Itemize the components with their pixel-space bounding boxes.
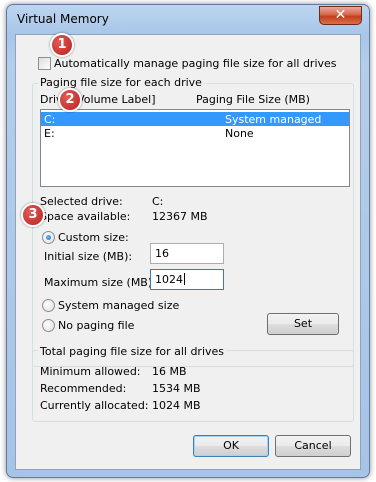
custom-size-radio[interactable] <box>42 231 55 244</box>
recommended-value: 1534 MB <box>152 382 201 395</box>
initial-size-label: Initial size (MB): <box>44 250 133 263</box>
virtual-memory-window: Virtual Memory ✕ Automatically manage pa… <box>6 4 370 478</box>
system-managed-radio[interactable] <box>42 299 55 312</box>
drives-group-title: Paging file size for each drive <box>38 76 204 89</box>
ok-button[interactable]: OK <box>193 435 269 457</box>
set-button[interactable]: Set <box>267 313 339 335</box>
cancel-button[interactable]: Cancel <box>275 435 351 457</box>
selected-drive-value: C: <box>152 195 164 208</box>
currently-allocated-label: Currently allocated: <box>40 399 149 412</box>
minimum-allowed-label: Minimum allowed: <box>40 365 141 378</box>
no-paging-file-label[interactable]: No paging file <box>58 319 134 332</box>
drive-row-c[interactable]: C: System managed <box>41 112 349 126</box>
close-button[interactable]: ✕ <box>319 6 362 25</box>
callout-badge-3: 3 <box>21 203 45 227</box>
drive-letter: C: <box>44 113 56 126</box>
auto-manage-label[interactable]: Automatically manage paging file size fo… <box>54 57 337 70</box>
text-caret <box>184 273 185 285</box>
initial-size-input[interactable]: 16 <box>150 243 224 264</box>
space-available-label: Space available: <box>40 210 131 223</box>
window-title: Virtual Memory <box>17 12 109 26</box>
recommended-label: Recommended: <box>40 382 127 395</box>
space-available-value: 12367 MB <box>152 210 208 223</box>
selected-drive-label: Selected drive: <box>40 195 123 208</box>
no-paging-file-radio[interactable] <box>42 319 55 332</box>
drive-paging-size: None <box>225 127 254 140</box>
totals-group-title: Total paging file size for all drives <box>38 345 227 358</box>
drive-row-e[interactable]: E: None <box>41 126 349 140</box>
initial-size-value: 16 <box>155 247 169 260</box>
auto-manage-checkbox[interactable] <box>38 57 51 70</box>
minimum-allowed-value: 16 MB <box>152 365 187 378</box>
maximum-size-input[interactable]: 1024 <box>150 269 224 290</box>
drive-letter: E: <box>44 127 55 140</box>
drive-list[interactable]: C: System managed E: None <box>40 109 350 187</box>
maximum-size-label: Maximum size (MB): <box>44 276 156 289</box>
custom-size-label[interactable]: Custom size: <box>58 231 129 244</box>
title-bar[interactable]: Virtual Memory ✕ <box>7 5 369 33</box>
drive-paging-size: System managed <box>225 113 322 126</box>
currently-allocated-value: 1024 MB <box>152 399 201 412</box>
column-header-size: Paging File Size (MB) <box>196 93 310 106</box>
system-managed-label[interactable]: System managed size <box>58 299 179 312</box>
callout-badge-1: 1 <box>50 33 74 57</box>
maximum-size-value: 1024 <box>155 273 183 286</box>
callout-badge-2: 2 <box>58 88 82 112</box>
